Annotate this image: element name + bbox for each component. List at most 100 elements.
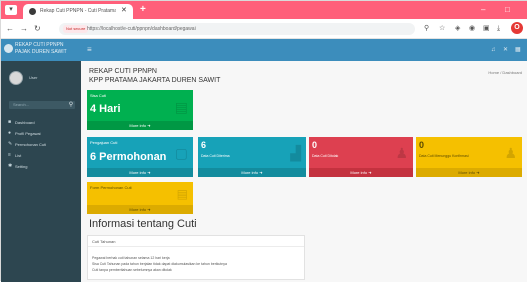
- address-bar: ← → ↻ Not secure https://localhost/e-cut…: [1, 19, 527, 39]
- form-permohonan-box: Form Permohonan Cuti ▤ More info ➜: [87, 182, 193, 214]
- shield-icon[interactable]: ◉: [469, 23, 475, 34]
- edit-icon: ✎: [8, 141, 13, 147]
- sidebar-item-profil[interactable]: ● Profil Pegawai: [1, 128, 81, 139]
- sidebar-item-dashboard[interactable]: ■ Dashboard: [1, 117, 81, 128]
- box-label: Form Permohonan Cuti: [90, 185, 132, 190]
- page-title: REKAP CUTI PPNPN KPP PRATAMA JAKARTA DUR…: [89, 67, 220, 85]
- more-info-label: More info: [129, 123, 147, 128]
- breadcrumb[interactable]: Home / Dashboard: [488, 70, 522, 76]
- box-body: 0 Data Cuti Menunggu Konfirmasi ♟: [416, 137, 522, 168]
- info-title: Informasi tentang Cuti: [89, 218, 197, 230]
- box-value: 6: [201, 140, 207, 150]
- sidebar-item-label: Dashboard: [15, 120, 35, 125]
- logo-icon: [4, 44, 13, 53]
- avatar: [9, 71, 23, 85]
- sidebar-item-setting[interactable]: ✱ Setting: [1, 161, 81, 172]
- box-body: Pengajuan Cuti 6 Permohonan ▢: [87, 137, 193, 168]
- box-subtitle: Data Cuti Diterima: [201, 154, 230, 158]
- tab-title: Rekap Cuti PPNPN - Cuti Pratama Jakarta …: [40, 8, 116, 14]
- grid-icon[interactable]: ▦: [515, 45, 521, 55]
- sidepanel-icon[interactable]: ▣: [483, 23, 490, 34]
- box-value: 4 Hari: [90, 103, 121, 115]
- cuti-menunggu-box: 0 Data Cuti Menunggu Konfirmasi ♟ More i…: [416, 137, 522, 177]
- sidebar-item-list[interactable]: ≡ List: [1, 150, 81, 161]
- cuti-diterima-box: 6 Data Cuti Diterima ▟ More info ➜: [198, 137, 306, 177]
- box-body: Form Permohonan Cuti ▤: [87, 182, 193, 205]
- pengajuan-cuti-box: Pengajuan Cuti 6 Permohonan ▢ More info …: [87, 137, 193, 177]
- box-subtitle: Data Cuti Menunggu Konfirmasi: [419, 154, 469, 158]
- more-info-link[interactable]: More info ➜: [198, 168, 306, 177]
- sidebar-item-label: Setting: [15, 164, 28, 169]
- sidebar-item-permohonan[interactable]: ✎ Permohonan Cuti: [1, 139, 81, 150]
- search-icon[interactable]: ⚲: [424, 23, 429, 34]
- top-navbar: ≡ ♫ ✕ ▦: [81, 39, 527, 61]
- extensions-icon[interactable]: ◈: [455, 23, 460, 34]
- chart-icon: ▟: [290, 145, 301, 161]
- sisa-cuti-box: Sisa Cuti 4 Hari ▤ More info ➜: [87, 90, 193, 130]
- hamburger-icon[interactable]: ≡: [87, 45, 92, 55]
- box-value: 6 Permohonan: [90, 151, 167, 163]
- box-label: Sisa Cuti: [90, 93, 107, 98]
- user-icon: ●: [8, 130, 12, 136]
- more-info-label: More info: [129, 170, 147, 175]
- box-value: 0: [312, 140, 318, 150]
- more-info-link[interactable]: More info ➜: [87, 168, 193, 177]
- brand-text: REKAP CUTI PPNPN PAJAK DUREN SAWIT: [15, 42, 67, 55]
- browser-tab[interactable]: Rekap Cuti PPNPN - Cuti Pratama Jakarta …: [23, 4, 133, 19]
- box-body: Sisa Cuti 4 Hari ▤: [87, 90, 193, 121]
- tab-strip: ▾ Rekap Cuti PPNPN - Cuti Pratama Jakart…: [1, 1, 527, 19]
- box-value: 0: [419, 140, 425, 150]
- url-text: https://localhost/e-cuti/ppnpn/dashboard…: [87, 26, 196, 32]
- close-tab-icon[interactable]: ✕: [121, 6, 127, 16]
- sidebar: REKAP CUTI PPNPN PAJAK DUREN SAWIT User …: [1, 39, 81, 282]
- browser-window: ▾ Rekap Cuti PPNPN - Cuti Pratama Jakart…: [0, 0, 527, 282]
- star-icon[interactable]: ☆: [439, 23, 445, 34]
- url-input[interactable]: Not secure https://localhost/e-cuti/ppnp…: [59, 23, 415, 35]
- more-info-label: More info: [241, 170, 259, 175]
- reload-icon[interactable]: ↻: [34, 23, 41, 34]
- list-icon: ≡: [8, 152, 11, 158]
- gear-icon: ✱: [8, 163, 13, 169]
- form-icon: ▤: [176, 187, 188, 201]
- search-icon[interactable]: ⚲: [67, 101, 75, 109]
- brand[interactable]: REKAP CUTI PPNPN PAJAK DUREN SAWIT: [1, 39, 81, 61]
- info-line: Cuti tanpa pemberitahuan sebelumnya akan…: [92, 268, 172, 272]
- info-line: Sisa Cuti Tahunan pada tahun berjalan ti…: [92, 262, 227, 266]
- not-secure-badge[interactable]: Not secure: [63, 25, 89, 33]
- user-name[interactable]: User: [29, 75, 37, 81]
- favicon-icon: [29, 8, 36, 15]
- user-minus-icon: ♟: [395, 145, 408, 161]
- box-body: 6 Data Cuti Diterima ▟: [198, 137, 306, 168]
- box-subtitle: Data Cuti Ditolak: [312, 154, 339, 158]
- more-info-link[interactable]: More info ➜: [416, 168, 522, 177]
- menu-icon[interactable]: ▾: [5, 5, 17, 15]
- dashboard-icon: ■: [8, 119, 12, 125]
- more-info-link[interactable]: More info ➜: [87, 205, 193, 214]
- sidebar-item-label: List: [15, 153, 22, 158]
- more-info-label: More info: [458, 170, 476, 175]
- forward-icon[interactable]: →: [20, 23, 28, 34]
- info-card: Cuti Tahunan Pegawai berhak cuti tahunan…: [87, 235, 305, 280]
- page-title-line2: KPP PRATAMA JAKARTA DUREN SAWIT: [89, 77, 221, 84]
- close-icon[interactable]: ✕: [503, 45, 508, 55]
- more-info-link[interactable]: More info ➜: [87, 121, 193, 130]
- cuti-ditolak-box: 0 Data Cuti Ditolak ♟ More info ➜: [309, 137, 413, 177]
- more-info-label: More info: [129, 207, 147, 212]
- sidebar-search[interactable]: Search... ⚲: [9, 101, 75, 109]
- downloads-icon[interactable]: ⤓: [497, 23, 500, 34]
- maximize-icon[interactable]: □: [505, 4, 510, 16]
- calendar-icon: ▤: [174, 99, 188, 115]
- new-tab-icon[interactable]: +: [140, 4, 146, 16]
- minimize-icon[interactable]: –: [481, 4, 485, 16]
- info-card-header: Cuti Tahunan: [88, 236, 304, 247]
- box-body: 0 Data Cuti Ditolak ♟: [309, 137, 413, 168]
- search-placeholder: Search...: [13, 102, 30, 107]
- notification-icon[interactable]: ♫: [491, 45, 496, 55]
- page-title-line1: REKAP CUTI PPNPN: [89, 68, 157, 75]
- main-content: ≡ ♫ ✕ ▦ REKAP CUTI PPNPN KPP PRATAMA JAK…: [81, 39, 527, 282]
- back-icon[interactable]: ←: [6, 23, 14, 34]
- sidebar-item-label: Permohonan Cuti: [15, 142, 47, 147]
- info-line: Pegawai berhak cuti tahunan selama 12 ha…: [92, 256, 170, 260]
- more-info-link[interactable]: More info ➜: [309, 168, 413, 177]
- profile-icon[interactable]: O: [511, 22, 523, 34]
